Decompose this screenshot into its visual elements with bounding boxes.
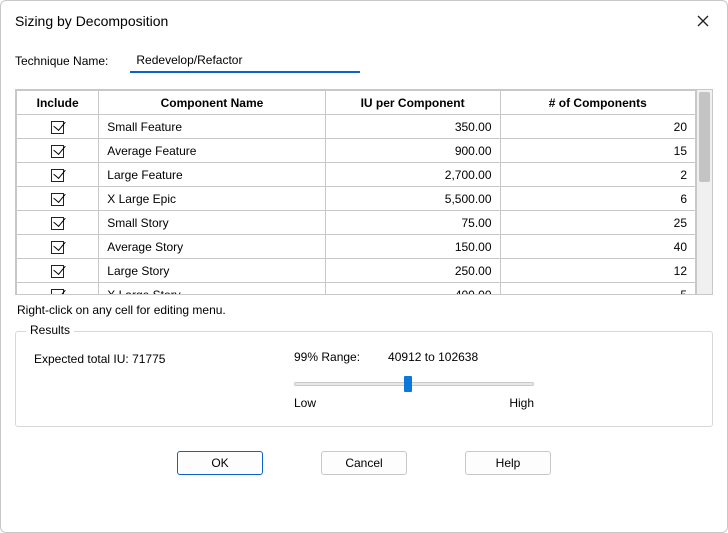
- include-checkbox[interactable]: [51, 193, 64, 206]
- technique-label: Technique Name:: [15, 54, 108, 68]
- cell-include[interactable]: [17, 187, 99, 211]
- cell-iu-per-component[interactable]: 400.00: [325, 283, 500, 295]
- cell-component-name[interactable]: Small Feature: [99, 115, 325, 139]
- cell-include[interactable]: [17, 235, 99, 259]
- header-name[interactable]: Component Name: [99, 91, 325, 115]
- cell-iu-per-component[interactable]: 75.00: [325, 211, 500, 235]
- results-legend: Results: [26, 323, 74, 337]
- cell-component-count[interactable]: 15: [500, 139, 695, 163]
- confidence-slider[interactable]: [294, 378, 534, 390]
- technique-row: Technique Name:: [15, 49, 713, 73]
- close-icon: [697, 15, 709, 27]
- cell-component-name[interactable]: Large Story: [99, 259, 325, 283]
- range-area: 99% Range: 40912 to 102638 Low High: [294, 350, 694, 410]
- cell-include[interactable]: [17, 259, 99, 283]
- cell-include[interactable]: [17, 163, 99, 187]
- editing-hint: Right-click on any cell for editing menu…: [17, 303, 711, 317]
- button-row: OK Cancel Help: [15, 447, 713, 491]
- cell-component-count[interactable]: 25: [500, 211, 695, 235]
- slider-track: [294, 382, 534, 386]
- table-row: X Large Epic5,500.006: [17, 187, 696, 211]
- cell-component-name[interactable]: X Large Epic: [99, 187, 325, 211]
- dialog-title: Sizing by Decomposition: [15, 13, 168, 29]
- include-checkbox[interactable]: [51, 265, 64, 278]
- table-row: Large Feature2,700.002: [17, 163, 696, 187]
- cell-include[interactable]: [17, 115, 99, 139]
- close-button[interactable]: [693, 11, 713, 31]
- table-row: X Large Story400.005: [17, 283, 696, 295]
- expected-value: 71775: [132, 352, 165, 366]
- cell-component-name[interactable]: Average Story: [99, 235, 325, 259]
- include-checkbox[interactable]: [51, 121, 64, 134]
- slider-low-label: Low: [294, 396, 316, 410]
- include-checkbox[interactable]: [51, 217, 64, 230]
- include-checkbox[interactable]: [51, 289, 64, 294]
- cell-include[interactable]: [17, 211, 99, 235]
- table-row: Average Feature900.0015: [17, 139, 696, 163]
- dialog-body: Technique Name: Include Component Name I…: [1, 39, 727, 532]
- table-row: Small Feature350.0020: [17, 115, 696, 139]
- include-checkbox[interactable]: [51, 241, 64, 254]
- cell-include[interactable]: [17, 139, 99, 163]
- include-checkbox[interactable]: [51, 145, 64, 158]
- table-header-row: Include Component Name IU per Component …: [17, 91, 696, 115]
- slider-thumb[interactable]: [404, 376, 412, 392]
- cell-include[interactable]: [17, 283, 99, 295]
- cell-iu-per-component[interactable]: 2,700.00: [325, 163, 500, 187]
- cell-component-name[interactable]: X Large Story: [99, 283, 325, 295]
- expected-total: Expected total IU: 71775: [34, 350, 294, 366]
- cell-iu-per-component[interactable]: 250.00: [325, 259, 500, 283]
- expected-label: Expected total IU:: [34, 352, 129, 366]
- cell-component-count[interactable]: 20: [500, 115, 695, 139]
- cell-component-count[interactable]: 2: [500, 163, 695, 187]
- header-include[interactable]: Include: [17, 91, 99, 115]
- table-row: Average Story150.0040: [17, 235, 696, 259]
- titlebar: Sizing by Decomposition: [1, 1, 727, 39]
- ok-button[interactable]: OK: [177, 451, 263, 475]
- cancel-button[interactable]: Cancel: [321, 451, 407, 475]
- cell-component-count[interactable]: 5: [500, 283, 695, 295]
- help-button[interactable]: Help: [465, 451, 551, 475]
- component-table-scroll: Include Component Name IU per Component …: [16, 90, 696, 294]
- header-count[interactable]: # of Components: [500, 91, 695, 115]
- table-row: Large Story250.0012: [17, 259, 696, 283]
- range-label: 99% Range:: [294, 350, 360, 364]
- component-table-wrap: Include Component Name IU per Component …: [15, 89, 713, 295]
- cell-component-name[interactable]: Large Feature: [99, 163, 325, 187]
- slider-labels: Low High: [294, 396, 534, 410]
- component-table: Include Component Name IU per Component …: [16, 90, 696, 294]
- scrollbar-thumb[interactable]: [699, 92, 710, 182]
- range-value: 40912 to 102638: [388, 350, 478, 364]
- cell-component-count[interactable]: 12: [500, 259, 695, 283]
- include-checkbox[interactable]: [51, 169, 64, 182]
- cell-iu-per-component[interactable]: 350.00: [325, 115, 500, 139]
- dialog-window: Sizing by Decomposition Technique Name: …: [0, 0, 728, 533]
- cell-iu-per-component[interactable]: 150.00: [325, 235, 500, 259]
- technique-input[interactable]: [130, 49, 360, 73]
- slider-high-label: High: [509, 396, 534, 410]
- cell-component-count[interactable]: 40: [500, 235, 695, 259]
- cell-component-name[interactable]: Average Feature: [99, 139, 325, 163]
- cell-iu-per-component[interactable]: 5,500.00: [325, 187, 500, 211]
- table-scrollbar[interactable]: [696, 90, 712, 294]
- cell-iu-per-component[interactable]: 900.00: [325, 139, 500, 163]
- table-row: Small Story75.0025: [17, 211, 696, 235]
- cell-component-name[interactable]: Small Story: [99, 211, 325, 235]
- header-iu[interactable]: IU per Component: [325, 91, 500, 115]
- cell-component-count[interactable]: 6: [500, 187, 695, 211]
- results-group: Results Expected total IU: 71775 99% Ran…: [15, 331, 713, 427]
